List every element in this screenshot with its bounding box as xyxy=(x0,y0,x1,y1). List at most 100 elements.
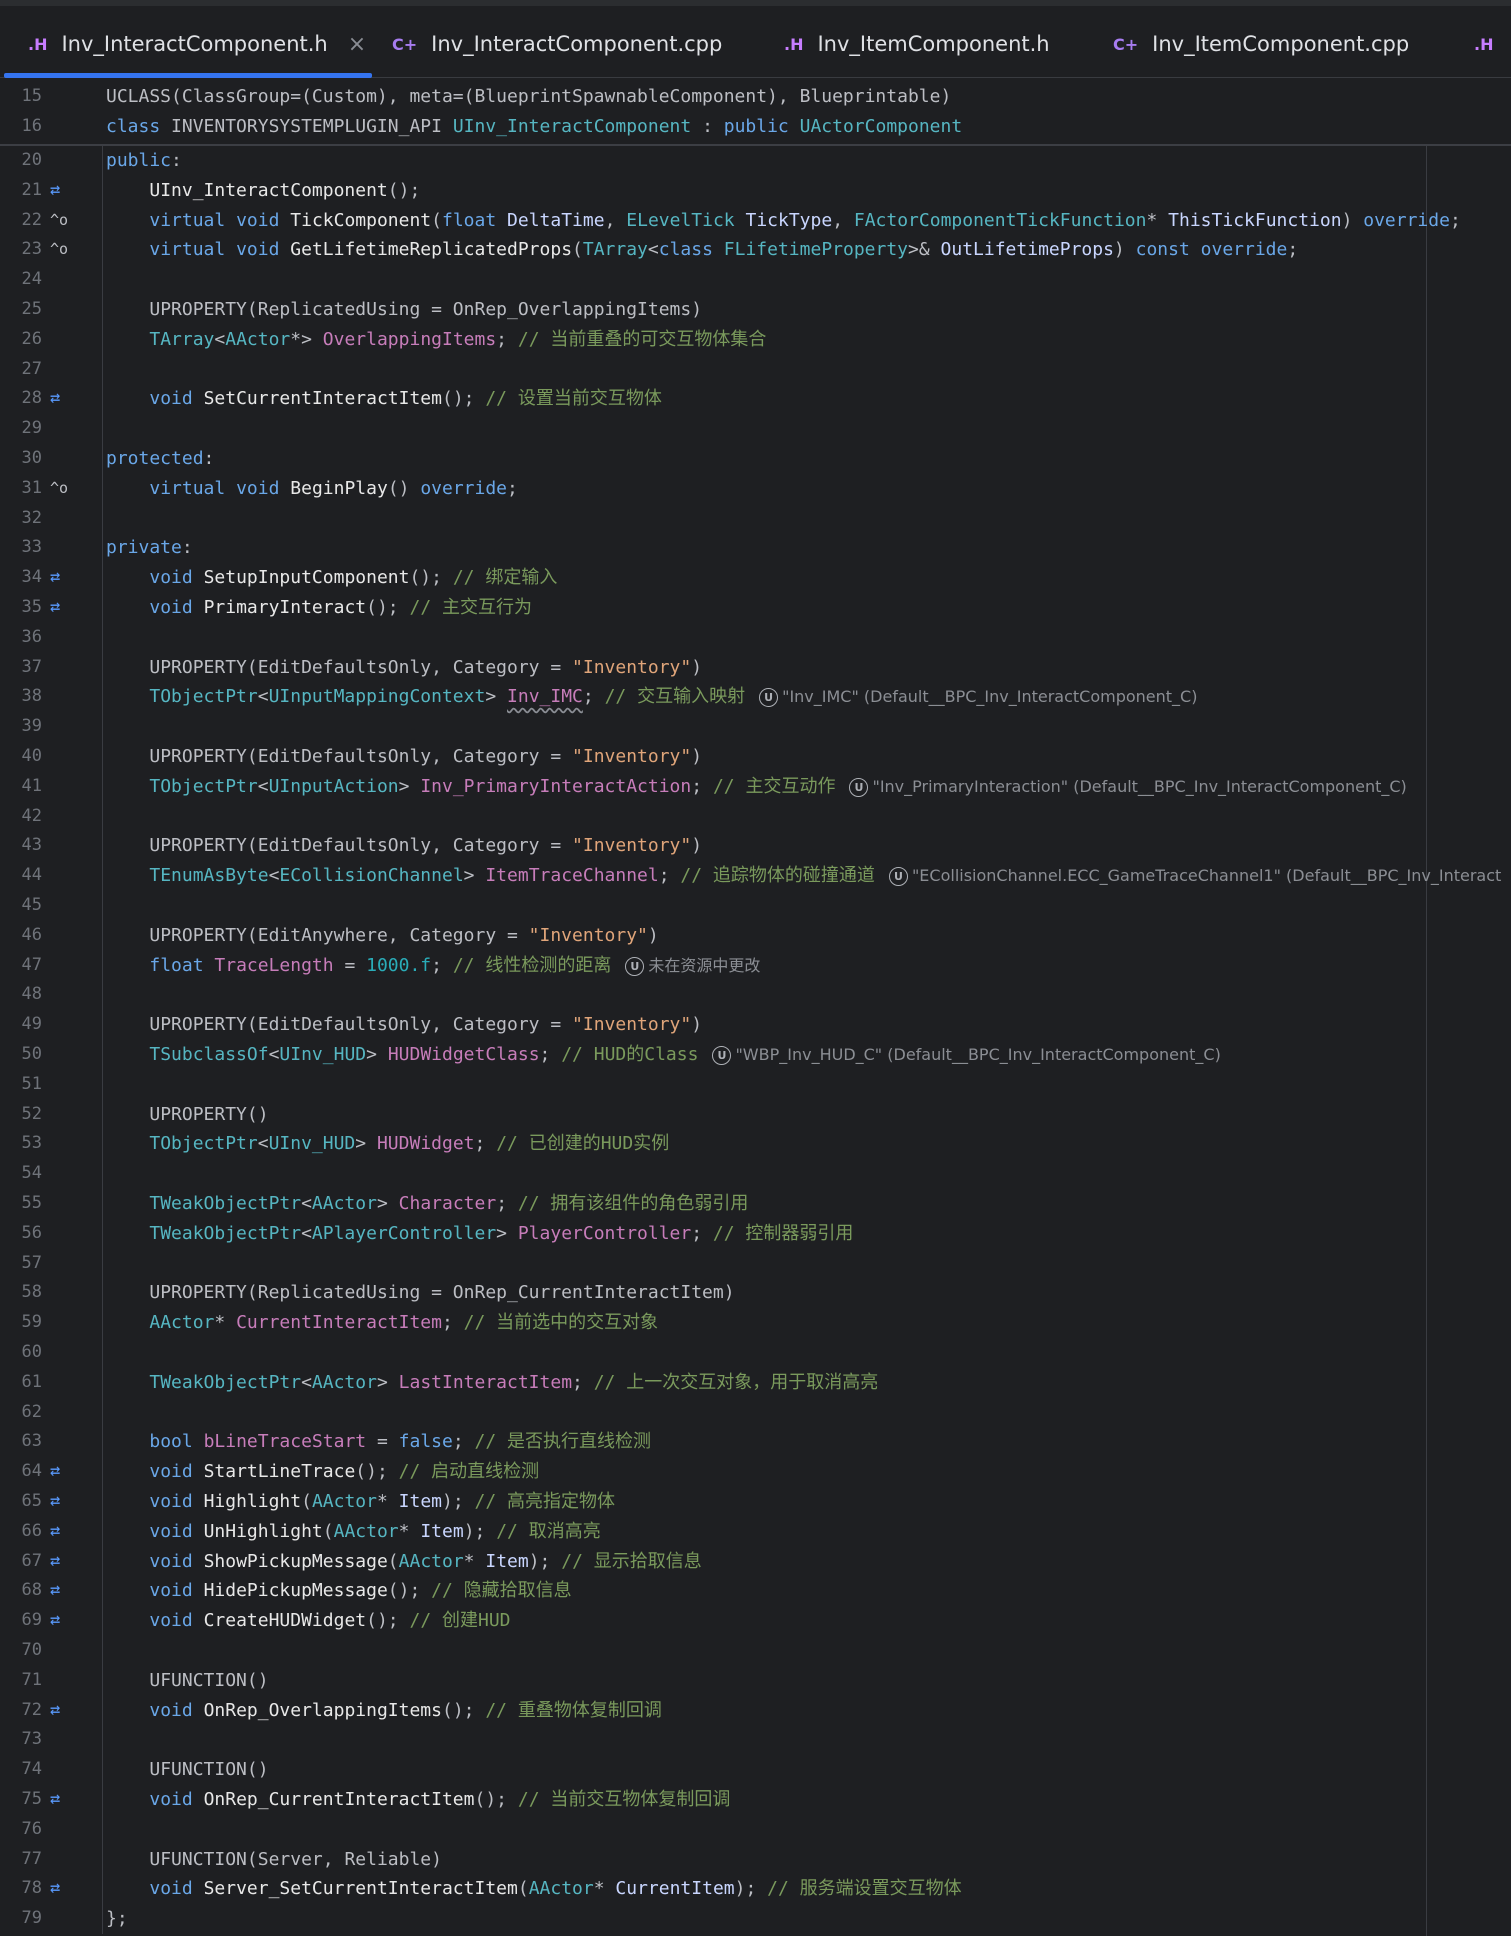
code-line[interactable]: 64 ⇄ void StartLineTrace(); // 启动直线检测 xyxy=(0,1457,1511,1487)
code-line[interactable]: 32 xyxy=(0,504,1511,534)
code-line[interactable]: 73 xyxy=(0,1725,1511,1755)
code-line[interactable]: 76 xyxy=(0,1815,1511,1845)
code-line[interactable]: 65 ⇄ void Highlight(AActor* Item); // 高亮指… xyxy=(0,1487,1511,1517)
unreal-blueprint-hint[interactable]: U "WBP_Inv_HUD_C" (Default__BPC_Inv_Inter… xyxy=(698,1045,1221,1065)
code-line[interactable]: 42 xyxy=(0,802,1511,832)
code-line[interactable]: 43 UPROPERTY(EditDefaultsOnly, Category … xyxy=(0,831,1511,861)
navigate-implementation-icon[interactable]: ⇄ xyxy=(50,593,76,623)
code-line[interactable]: 59 AActor* CurrentInteractItem; // 当前选中的… xyxy=(0,1308,1511,1338)
navigate-implementation-icon[interactable]: ⇄ xyxy=(50,176,76,206)
navigate-implementation-icon[interactable]: ⇄ xyxy=(50,1874,76,1904)
tab-inv-itemcomponent-h[interactable]: .H Inv_ItemComponent.h xyxy=(784,20,1050,68)
code-line[interactable]: 22 ^o virtual void TickComponent(float De… xyxy=(0,206,1511,236)
code-line[interactable]: 35 ⇄ void PrimaryInteract(); // 主交互行为 xyxy=(0,593,1511,623)
code-text: }; xyxy=(106,1908,128,1930)
navigate-implementation-icon[interactable]: ⇄ xyxy=(50,1487,76,1517)
code-line[interactable]: 47 float TraceLength = 1000.f; // 线性检测的距… xyxy=(0,951,1511,981)
code-line[interactable]: 36 xyxy=(0,623,1511,653)
code-line[interactable]: 53 TObjectPtr<UInv_HUD> HUDWidget; // 已创… xyxy=(0,1129,1511,1159)
code-line[interactable]: 40 UPROPERTY(EditDefaultsOnly, Category … xyxy=(0,742,1511,772)
code-line[interactable]: 77 UFUNCTION(Server, Reliable) xyxy=(0,1845,1511,1875)
code-line[interactable]: 44 TEnumAsByte<ECollisionChannel> ItemTr… xyxy=(0,861,1511,891)
code-line[interactable]: 37 UPROPERTY(EditDefaultsOnly, Category … xyxy=(0,653,1511,683)
tab-inv-itemcomponent-cpp[interactable]: C+ Inv_ItemComponent.cpp xyxy=(1113,20,1409,68)
tab-inv-interactcomponent-cpp[interactable]: C+ Inv_InteractComponent.cpp xyxy=(392,20,722,68)
code-line[interactable]: 51 xyxy=(0,1070,1511,1100)
code-line[interactable]: 69 ⇄ void CreateHUDWidget(); // 创建HUD xyxy=(0,1606,1511,1636)
navigate-implementation-icon[interactable]: ⇄ xyxy=(50,1547,76,1577)
code-line[interactable]: 71 UFUNCTION() xyxy=(0,1666,1511,1696)
line-number: 51 xyxy=(21,1073,42,1094)
sticky-scroll-header[interactable]: 15 UCLASS(ClassGroup=(Custom), meta=(Blue… xyxy=(0,78,1511,146)
code-text: void Highlight(AActor* Item); // 高亮指定物体 xyxy=(149,1491,616,1512)
code-line[interactable]: 24 xyxy=(0,265,1511,295)
code-text: void OnRep_OverlappingItems(); // 重叠物体复制… xyxy=(149,1699,662,1721)
sticky-line[interactable]: 16 class INVENTORYSYSTEMPLUGIN_API UInv_I… xyxy=(0,112,1511,142)
code-text: TWeakObjectPtr<AActor> Character; // 拥有该… xyxy=(149,1193,749,1214)
close-icon[interactable]: × xyxy=(348,32,366,57)
navigate-implementation-icon[interactable]: ⇄ xyxy=(50,1785,76,1815)
code-line[interactable]: 54 xyxy=(0,1159,1511,1189)
code-line[interactable]: 46 UPROPERTY(EditAnywhere, Category = "I… xyxy=(0,921,1511,951)
code-line[interactable]: 41 TObjectPtr<UInputAction> Inv_PrimaryI… xyxy=(0,772,1511,802)
code-line[interactable]: 75 ⇄ void OnRep_CurrentInteractItem(); //… xyxy=(0,1785,1511,1815)
code-line[interactable]: 55 TWeakObjectPtr<AActor> Character; // … xyxy=(0,1189,1511,1219)
code-line[interactable]: 50 TSubclassOf<UInv_HUD> HUDWidgetClass;… xyxy=(0,1040,1511,1070)
code-line[interactable]: 67 ⇄ void ShowPickupMessage(AActor* Item)… xyxy=(0,1547,1511,1577)
code-line[interactable]: 25 UPROPERTY(ReplicatedUsing = OnRep_Ove… xyxy=(0,295,1511,325)
unreal-blueprint-hint[interactable]: U "Inv_PrimaryInteraction" (Default__BPC_… xyxy=(835,777,1407,797)
code-line[interactable]: 70 xyxy=(0,1636,1511,1666)
code-line[interactable]: 61 TWeakObjectPtr<AActor> LastInteractIt… xyxy=(0,1368,1511,1398)
code-line[interactable]: 27 xyxy=(0,355,1511,385)
code-line[interactable]: 74 UFUNCTION() xyxy=(0,1755,1511,1785)
override-marker-icon[interactable]: ^o xyxy=(50,235,76,265)
code-line[interactable]: 29 xyxy=(0,414,1511,444)
code-line[interactable]: 56 TWeakObjectPtr<APlayerController> Pla… xyxy=(0,1219,1511,1249)
code-line[interactable]: 26 TArray<AActor*> OverlappingItems; // … xyxy=(0,325,1511,355)
code-line[interactable]: 33 private: xyxy=(0,533,1511,563)
code-editor[interactable]: 15 UCLASS(ClassGroup=(Custom), meta=(Blue… xyxy=(0,78,1511,1936)
tab-label: Inv_ItemComponent.cpp xyxy=(1152,32,1410,56)
tab-overflow[interactable]: .H xyxy=(1474,20,1507,68)
code-line[interactable]: 72 ⇄ void OnRep_OverlappingItems(); // 重叠… xyxy=(0,1696,1511,1726)
navigate-implementation-icon[interactable]: ⇄ xyxy=(50,1457,76,1487)
code-line[interactable]: 20 public: xyxy=(0,146,1511,176)
sticky-line[interactable]: 15 UCLASS(ClassGroup=(Custom), meta=(Blue… xyxy=(0,82,1511,112)
code-line[interactable]: 48 xyxy=(0,980,1511,1010)
navigate-implementation-icon[interactable]: ⇄ xyxy=(50,1517,76,1547)
unreal-blueprint-hint[interactable]: U "Inv_IMC" (Default__BPC_Inv_InteractCom… xyxy=(745,687,1197,708)
code-line[interactable]: 23 ^o virtual void GetLifetimeReplicatedP… xyxy=(0,235,1511,265)
code-line[interactable]: 30 protected: xyxy=(0,444,1511,474)
code-line[interactable]: 60 xyxy=(0,1338,1511,1368)
override-marker-icon[interactable]: ^o xyxy=(50,206,76,236)
code-line[interactable]: 39 xyxy=(0,712,1511,742)
code-line[interactable]: 45 xyxy=(0,891,1511,921)
code-line[interactable]: 49 UPROPERTY(EditDefaultsOnly, Category … xyxy=(0,1010,1511,1040)
code-line[interactable]: 58 UPROPERTY(ReplicatedUsing = OnRep_Cur… xyxy=(0,1278,1511,1308)
navigate-implementation-icon[interactable]: ⇄ xyxy=(50,384,76,414)
tab-label: Inv_InteractComponent.h xyxy=(61,32,328,56)
code-line[interactable]: 66 ⇄ void UnHighlight(AActor* Item); // 取… xyxy=(0,1517,1511,1547)
code-line[interactable]: 38 TObjectPtr<UInputMappingContext> Inv_… xyxy=(0,682,1511,712)
code-line[interactable]: 78 ⇄ void Server_SetCurrentInteractItem(A… xyxy=(0,1874,1511,1904)
code-line[interactable]: 68 ⇄ void HidePickupMessage(); // 隐藏拾取信息 xyxy=(0,1576,1511,1606)
tab-inv-interactcomponent-h[interactable]: .H Inv_InteractComponent.h × xyxy=(28,20,366,68)
code-line[interactable]: 63 bool bLineTraceStart = false; // 是否执行… xyxy=(0,1427,1511,1457)
code-text: TArray<AActor*> OverlappingItems; // 当前重… xyxy=(149,328,767,350)
code-line[interactable]: 34 ⇄ void SetupInputComponent(); // 绑定输入 xyxy=(0,563,1511,593)
code-line[interactable]: 57 xyxy=(0,1249,1511,1279)
code-line[interactable]: 28 ⇄ void SetCurrentInteractItem(); // 设置… xyxy=(0,384,1511,414)
unreal-blueprint-hint[interactable]: U 未在资源中更改 xyxy=(611,956,760,976)
code-line[interactable]: 31 ^o virtual void BeginPlay() override; xyxy=(0,474,1511,504)
navigate-implementation-icon[interactable]: ⇄ xyxy=(50,563,76,593)
line-number: 44 xyxy=(21,865,42,886)
navigate-implementation-icon[interactable]: ⇄ xyxy=(50,1576,76,1606)
navigate-implementation-icon[interactable]: ⇄ xyxy=(50,1606,76,1636)
navigate-implementation-icon[interactable]: ⇄ xyxy=(50,1696,76,1726)
unreal-blueprint-hint[interactable]: U "ECollisionChannel.ECC_GameTraceChannel… xyxy=(875,866,1501,887)
code-line[interactable]: 52 UPROPERTY() xyxy=(0,1100,1511,1130)
code-line[interactable]: 21 ⇄ UInv_InteractComponent(); xyxy=(0,176,1511,206)
override-marker-icon[interactable]: ^o xyxy=(50,474,76,504)
code-line[interactable]: 79}; xyxy=(0,1904,1511,1934)
code-line[interactable]: 62 xyxy=(0,1398,1511,1428)
